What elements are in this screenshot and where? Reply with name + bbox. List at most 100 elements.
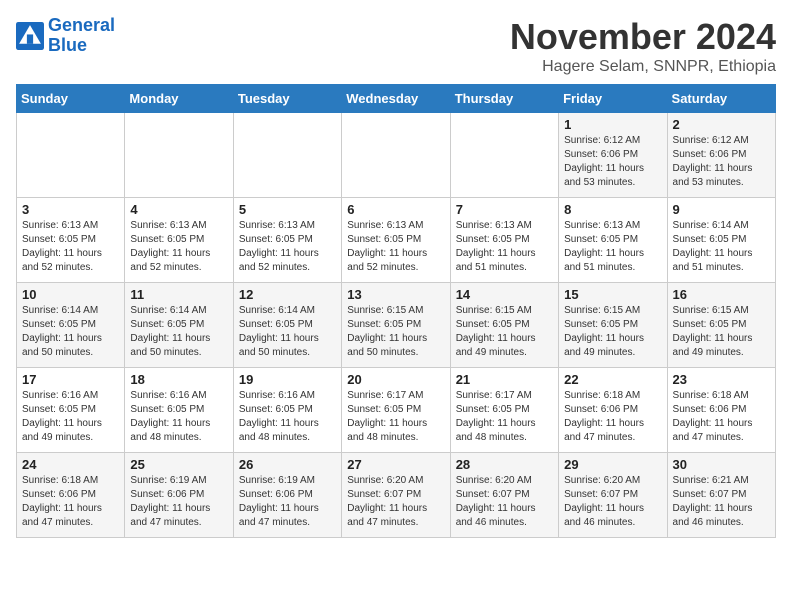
day-number: 22 <box>564 372 661 387</box>
calendar-week-row: 10 Sunrise: 6:14 AM Sunset: 6:05 PM Dayli… <box>17 283 776 368</box>
cell-sunrise-sunset: Sunrise: 6:13 AM Sunset: 6:05 PM Dayligh… <box>130 219 227 275</box>
calendar-header-row: SundayMondayTuesdayWednesdayThursdayFrid… <box>17 85 776 113</box>
calendar-cell: 16 Sunrise: 6:15 AM Sunset: 6:05 PM Dayli… <box>667 283 775 368</box>
day-number: 12 <box>239 287 336 302</box>
calendar-cell: 29 Sunrise: 6:20 AM Sunset: 6:07 PM Dayli… <box>559 453 667 538</box>
day-header-saturday: Saturday <box>667 85 775 113</box>
calendar-cell: 13 Sunrise: 6:15 AM Sunset: 6:05 PM Dayli… <box>342 283 450 368</box>
calendar-cell: 28Sunrise: 6:20 AM Sunset: 6:07 PM Dayli… <box>450 453 558 538</box>
cell-sunrise-sunset: Sunrise: 6:20 AM Sunset: 6:07 PM Dayligh… <box>564 474 661 530</box>
cell-sunrise-sunset: Sunrise: 6:16 AM Sunset: 6:05 PM Dayligh… <box>130 389 227 445</box>
day-number: 21 <box>456 372 553 387</box>
day-number: 13 <box>347 287 444 302</box>
calendar-cell: 12 Sunrise: 6:14 AM Sunset: 6:05 PM Dayli… <box>233 283 341 368</box>
day-number: 8 <box>564 202 661 217</box>
calendar-cell <box>342 113 450 198</box>
location: Hagere Selam, SNNPR, Ethiopia <box>510 58 776 76</box>
page-header: General Blue November 2024 Hagere Selam,… <box>16 16 776 76</box>
calendar-body: 1 Sunrise: 6:12 AM Sunset: 6:06 PM Daylig… <box>17 113 776 538</box>
cell-sunrise-sunset: Sunrise: 6:16 AM Sunset: 6:05 PM Dayligh… <box>239 389 336 445</box>
day-number: 25 <box>130 457 227 472</box>
day-number: 7 <box>456 202 553 217</box>
calendar-week-row: 24Sunrise: 6:18 AM Sunset: 6:06 PM Dayli… <box>17 453 776 538</box>
cell-sunrise-sunset: Sunrise: 6:13 AM Sunset: 6:05 PM Dayligh… <box>239 219 336 275</box>
calendar-week-row: 1 Sunrise: 6:12 AM Sunset: 6:06 PM Daylig… <box>17 113 776 198</box>
cell-sunrise-sunset: Sunrise: 6:15 AM Sunset: 6:05 PM Dayligh… <box>673 304 770 360</box>
day-number: 23 <box>673 372 770 387</box>
calendar-cell <box>450 113 558 198</box>
calendar-cell <box>233 113 341 198</box>
calendar-cell: 15 Sunrise: 6:15 AM Sunset: 6:05 PM Dayli… <box>559 283 667 368</box>
day-number: 11 <box>130 287 227 302</box>
calendar-cell: 17 Sunrise: 6:16 AM Sunset: 6:05 PM Dayli… <box>17 368 125 453</box>
calendar-cell: 23Sunrise: 6:18 AM Sunset: 6:06 PM Dayli… <box>667 368 775 453</box>
calendar-cell: 1 Sunrise: 6:12 AM Sunset: 6:06 PM Daylig… <box>559 113 667 198</box>
title-block: November 2024 Hagere Selam, SNNPR, Ethio… <box>510 16 776 76</box>
day-number: 29 <box>564 457 661 472</box>
day-number: 26 <box>239 457 336 472</box>
cell-sunrise-sunset: Sunrise: 6:15 AM Sunset: 6:05 PM Dayligh… <box>564 304 661 360</box>
day-header-thursday: Thursday <box>450 85 558 113</box>
logo-text: General Blue <box>48 16 115 56</box>
calendar-cell: 6 Sunrise: 6:13 AM Sunset: 6:05 PM Daylig… <box>342 198 450 283</box>
day-number: 6 <box>347 202 444 217</box>
day-header-wednesday: Wednesday <box>342 85 450 113</box>
cell-sunrise-sunset: Sunrise: 6:21 AM Sunset: 6:07 PM Dayligh… <box>673 474 770 530</box>
calendar-cell: 25 Sunrise: 6:19 AM Sunset: 6:06 PM Dayli… <box>125 453 233 538</box>
day-header-monday: Monday <box>125 85 233 113</box>
cell-sunrise-sunset: Sunrise: 6:17 AM Sunset: 6:05 PM Dayligh… <box>456 389 553 445</box>
calendar-cell: 5 Sunrise: 6:13 AM Sunset: 6:05 PM Daylig… <box>233 198 341 283</box>
day-number: 4 <box>130 202 227 217</box>
cell-sunrise-sunset: Sunrise: 6:14 AM Sunset: 6:05 PM Dayligh… <box>673 219 770 275</box>
day-number: 1 <box>564 117 661 132</box>
day-number: 18 <box>130 372 227 387</box>
cell-sunrise-sunset: Sunrise: 6:20 AM Sunset: 6:07 PM Dayligh… <box>456 474 553 530</box>
calendar-cell: 30Sunrise: 6:21 AM Sunset: 6:07 PM Dayli… <box>667 453 775 538</box>
calendar-cell <box>125 113 233 198</box>
calendar-cell: 27 Sunrise: 6:20 AM Sunset: 6:07 PM Dayli… <box>342 453 450 538</box>
calendar-cell: 18 Sunrise: 6:16 AM Sunset: 6:05 PM Dayli… <box>125 368 233 453</box>
day-number: 3 <box>22 202 119 217</box>
day-number: 2 <box>673 117 770 132</box>
calendar-week-row: 17 Sunrise: 6:16 AM Sunset: 6:05 PM Dayli… <box>17 368 776 453</box>
day-number: 27 <box>347 457 444 472</box>
day-header-friday: Friday <box>559 85 667 113</box>
calendar-cell: 3 Sunrise: 6:13 AM Sunset: 6:05 PM Daylig… <box>17 198 125 283</box>
cell-sunrise-sunset: Sunrise: 6:20 AM Sunset: 6:07 PM Dayligh… <box>347 474 444 530</box>
day-number: 9 <box>673 202 770 217</box>
day-number: 10 <box>22 287 119 302</box>
cell-sunrise-sunset: Sunrise: 6:14 AM Sunset: 6:05 PM Dayligh… <box>22 304 119 360</box>
day-number: 16 <box>673 287 770 302</box>
cell-sunrise-sunset: Sunrise: 6:19 AM Sunset: 6:06 PM Dayligh… <box>130 474 227 530</box>
day-number: 15 <box>564 287 661 302</box>
calendar-cell: 10 Sunrise: 6:14 AM Sunset: 6:05 PM Dayli… <box>17 283 125 368</box>
month-year: November 2024 <box>510 16 776 58</box>
cell-sunrise-sunset: Sunrise: 6:17 AM Sunset: 6:05 PM Dayligh… <box>347 389 444 445</box>
cell-sunrise-sunset: Sunrise: 6:13 AM Sunset: 6:05 PM Dayligh… <box>564 219 661 275</box>
cell-sunrise-sunset: Sunrise: 6:18 AM Sunset: 6:06 PM Dayligh… <box>564 389 661 445</box>
calendar-cell: 14Sunrise: 6:15 AM Sunset: 6:05 PM Dayli… <box>450 283 558 368</box>
cell-sunrise-sunset: Sunrise: 6:19 AM Sunset: 6:06 PM Dayligh… <box>239 474 336 530</box>
calendar-cell <box>17 113 125 198</box>
cell-sunrise-sunset: Sunrise: 6:13 AM Sunset: 6:05 PM Dayligh… <box>347 219 444 275</box>
calendar-cell: 21 Sunrise: 6:17 AM Sunset: 6:05 PM Dayli… <box>450 368 558 453</box>
cell-sunrise-sunset: Sunrise: 6:16 AM Sunset: 6:05 PM Dayligh… <box>22 389 119 445</box>
cell-sunrise-sunset: Sunrise: 6:15 AM Sunset: 6:05 PM Dayligh… <box>347 304 444 360</box>
cell-sunrise-sunset: Sunrise: 6:13 AM Sunset: 6:05 PM Dayligh… <box>22 219 119 275</box>
cell-sunrise-sunset: Sunrise: 6:12 AM Sunset: 6:06 PM Dayligh… <box>564 134 661 190</box>
logo: General Blue <box>16 16 115 56</box>
calendar-cell: 8 Sunrise: 6:13 AM Sunset: 6:05 PM Daylig… <box>559 198 667 283</box>
calendar-cell: 11 Sunrise: 6:14 AM Sunset: 6:05 PM Dayli… <box>125 283 233 368</box>
day-number: 5 <box>239 202 336 217</box>
day-number: 17 <box>22 372 119 387</box>
calendar-cell: 26 Sunrise: 6:19 AM Sunset: 6:06 PM Dayli… <box>233 453 341 538</box>
cell-sunrise-sunset: Sunrise: 6:15 AM Sunset: 6:05 PM Dayligh… <box>456 304 553 360</box>
cell-sunrise-sunset: Sunrise: 6:14 AM Sunset: 6:05 PM Dayligh… <box>130 304 227 360</box>
calendar-cell: 22 Sunrise: 6:18 AM Sunset: 6:06 PM Dayli… <box>559 368 667 453</box>
calendar-cell: 20Sunrise: 6:17 AM Sunset: 6:05 PM Dayli… <box>342 368 450 453</box>
cell-sunrise-sunset: Sunrise: 6:13 AM Sunset: 6:05 PM Dayligh… <box>456 219 553 275</box>
cell-sunrise-sunset: Sunrise: 6:14 AM Sunset: 6:05 PM Dayligh… <box>239 304 336 360</box>
day-header-sunday: Sunday <box>17 85 125 113</box>
day-number: 24 <box>22 457 119 472</box>
calendar-table: SundayMondayTuesdayWednesdayThursdayFrid… <box>16 84 776 538</box>
